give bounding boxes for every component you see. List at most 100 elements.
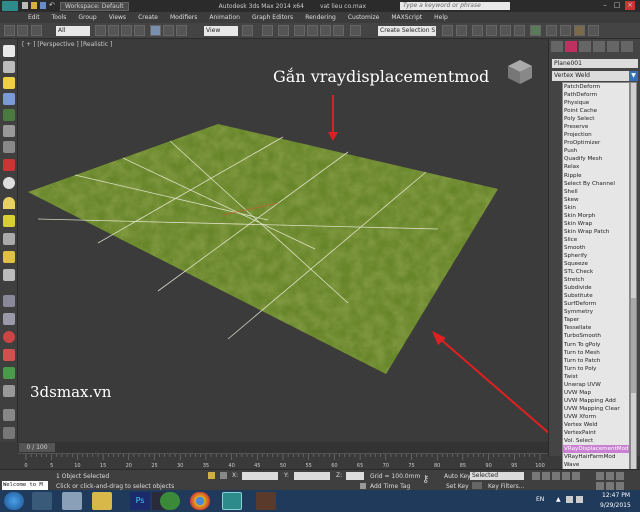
vray-settings-icon[interactable] bbox=[3, 385, 15, 397]
y-coord-field[interactable] bbox=[294, 472, 330, 480]
app-logo-icon[interactable] bbox=[2, 1, 18, 11]
modifier-list-item[interactable]: UVW Mapping Clear bbox=[563, 405, 629, 413]
modifier-list-dropdown[interactable]: Vertex Weld ▼ bbox=[552, 71, 638, 81]
align-button[interactable] bbox=[456, 25, 467, 36]
menu-tools[interactable]: Tools bbox=[52, 14, 67, 21]
new-file-icon[interactable] bbox=[22, 2, 28, 9]
x-coord-field[interactable] bbox=[242, 472, 278, 480]
modifier-list-item[interactable]: ProOptimizer bbox=[563, 139, 629, 147]
go-to-end-icon[interactable] bbox=[572, 472, 580, 480]
material-editor-button[interactable] bbox=[530, 25, 541, 36]
vray-leaf-icon[interactable] bbox=[3, 367, 15, 379]
modifier-list-item[interactable]: Relax bbox=[563, 163, 629, 171]
maximize-viewport-icon[interactable] bbox=[616, 482, 624, 490]
spinner-snap-button[interactable] bbox=[333, 25, 344, 36]
modifier-list-item[interactable]: Spherify bbox=[563, 252, 629, 260]
undo-icon[interactable]: ↶ bbox=[49, 2, 55, 9]
vray-ies-icon[interactable] bbox=[3, 215, 15, 227]
zoom-icon[interactable] bbox=[596, 472, 604, 480]
menu-animation[interactable]: Animation bbox=[209, 14, 240, 21]
modifier-list-item[interactable]: TurboSmooth bbox=[563, 332, 629, 340]
vray-tools-icon[interactable] bbox=[3, 409, 15, 421]
language-indicator[interactable]: EN bbox=[536, 496, 544, 503]
hierarchy-tab-icon[interactable] bbox=[579, 41, 591, 52]
modifier-list-item[interactable]: UVW Xform bbox=[563, 413, 629, 421]
set-key-button[interactable]: Set Key bbox=[446, 483, 469, 490]
minimize-icon[interactable]: – bbox=[600, 1, 610, 10]
modifier-list-item[interactable]: Vol. Select bbox=[563, 437, 629, 445]
vray-mesh-light-icon[interactable] bbox=[3, 233, 15, 245]
create-tab-icon[interactable] bbox=[551, 41, 563, 52]
modifier-list-item[interactable]: VertexPaint bbox=[563, 429, 629, 437]
clock-date[interactable]: 9/29/2015 bbox=[600, 502, 631, 509]
rotate-button[interactable] bbox=[163, 25, 174, 36]
perspective-viewport[interactable]: [ + ] [Perspective ] [Realistic ] Gắn vr… bbox=[18, 39, 548, 442]
network-icon[interactable] bbox=[566, 496, 573, 503]
display-tab-icon[interactable] bbox=[607, 41, 619, 52]
menu-graph-editors[interactable]: Graph Editors bbox=[252, 14, 293, 21]
lock-icon[interactable] bbox=[208, 472, 215, 479]
modifier-list-item[interactable]: Projection bbox=[563, 131, 629, 139]
modifier-list-item[interactable]: Skin Wrap bbox=[563, 220, 629, 228]
mirror-button[interactable] bbox=[442, 25, 453, 36]
render-setup-button[interactable] bbox=[546, 25, 557, 36]
vray-light-icon[interactable] bbox=[3, 45, 15, 57]
save-file-icon[interactable] bbox=[40, 2, 46, 9]
pivot-button[interactable] bbox=[242, 25, 253, 36]
menu-maxscript[interactable]: MAXScript bbox=[391, 14, 422, 21]
modifier-list-item[interactable]: Ripple bbox=[563, 172, 629, 180]
render-iterative-button[interactable] bbox=[588, 25, 599, 36]
schematic-view-button[interactable] bbox=[514, 25, 525, 36]
motion-tab-icon[interactable] bbox=[593, 41, 605, 52]
pan-icon[interactable] bbox=[596, 482, 604, 490]
modifier-list-item[interactable]: Skin Wrap Patch bbox=[563, 228, 629, 236]
track-bar[interactable]: 0 5 10 15 20 25 30 35 40 45 50 55 60 65 70 75 80 85 90 95 10… bbox=[18, 453, 548, 469]
modifier-list[interactable]: PatchDeform PathDeform Physique Point Cache… bbox=[562, 82, 630, 486]
modifier-list-item[interactable]: UVW Mapping Add bbox=[563, 397, 629, 405]
close-icon[interactable]: × bbox=[625, 1, 635, 10]
snaps-toggle-button[interactable] bbox=[294, 25, 305, 36]
modifier-list-item[interactable]: Shell bbox=[563, 188, 629, 196]
explorer-icon[interactable] bbox=[32, 492, 52, 510]
modifier-list-item[interactable]: Substitute bbox=[563, 292, 629, 300]
auto-key-button[interactable]: Auto Key bbox=[444, 473, 471, 480]
vray-sphere-icon[interactable] bbox=[3, 177, 15, 189]
vray-bulb-icon[interactable] bbox=[3, 77, 15, 89]
modifier-list-item[interactable]: Point Cache bbox=[563, 107, 629, 115]
menu-views[interactable]: Views bbox=[109, 14, 126, 21]
open-file-icon[interactable] bbox=[31, 2, 37, 9]
modifier-list-item[interactable]: Turn to Mesh bbox=[563, 349, 629, 357]
modifier-list-item[interactable]: Turn To gPoly bbox=[563, 341, 629, 349]
key-filter-icon[interactable] bbox=[472, 482, 482, 489]
chrome-icon[interactable] bbox=[190, 492, 210, 510]
object-name-field[interactable]: Plane001 bbox=[552, 59, 638, 68]
modifier-list-item[interactable]: Subdivide bbox=[563, 284, 629, 292]
menu-rendering[interactable]: Rendering bbox=[305, 14, 336, 21]
modifier-list-item[interactable]: Skin bbox=[563, 204, 629, 212]
modify-tab-icon[interactable] bbox=[565, 41, 577, 52]
vray-proxy-icon[interactable] bbox=[3, 125, 15, 137]
modifier-list-item[interactable]: Push bbox=[563, 147, 629, 155]
modifier-list-item[interactable]: UVW Map bbox=[563, 389, 629, 397]
select-region-button[interactable] bbox=[121, 25, 132, 36]
modifier-list-item[interactable]: Stretch bbox=[563, 276, 629, 284]
media-player-icon[interactable] bbox=[256, 492, 276, 510]
layer-manager-button[interactable] bbox=[472, 25, 483, 36]
set-key-icon[interactable]: ⚷ bbox=[422, 474, 436, 486]
modifier-list-item[interactable]: Turn to Poly bbox=[563, 365, 629, 373]
menu-edit[interactable]: Edit bbox=[28, 14, 40, 21]
orbit-icon[interactable] bbox=[606, 482, 614, 490]
keyboard-shortcut-button[interactable] bbox=[278, 25, 289, 36]
key-filters-button[interactable]: Key Filters... bbox=[488, 483, 525, 490]
time-slider[interactable]: 0 / 100 bbox=[18, 442, 548, 453]
zoom-extents-icon[interactable] bbox=[616, 472, 624, 480]
modifier-list-item[interactable]: Preserve bbox=[563, 123, 629, 131]
modifier-list-item[interactable]: Turn to Patch bbox=[563, 357, 629, 365]
key-mode-dropdown[interactable]: Selected bbox=[470, 472, 524, 480]
modifier-list-item[interactable]: Select By Channel bbox=[563, 180, 629, 188]
curve-editor-button[interactable] bbox=[500, 25, 511, 36]
vray-plane-icon[interactable] bbox=[3, 141, 15, 153]
modifier-list-item[interactable]: Slice bbox=[563, 236, 629, 244]
select-by-name-button[interactable] bbox=[108, 25, 119, 36]
modifier-list-item[interactable]: Smooth bbox=[563, 244, 629, 252]
